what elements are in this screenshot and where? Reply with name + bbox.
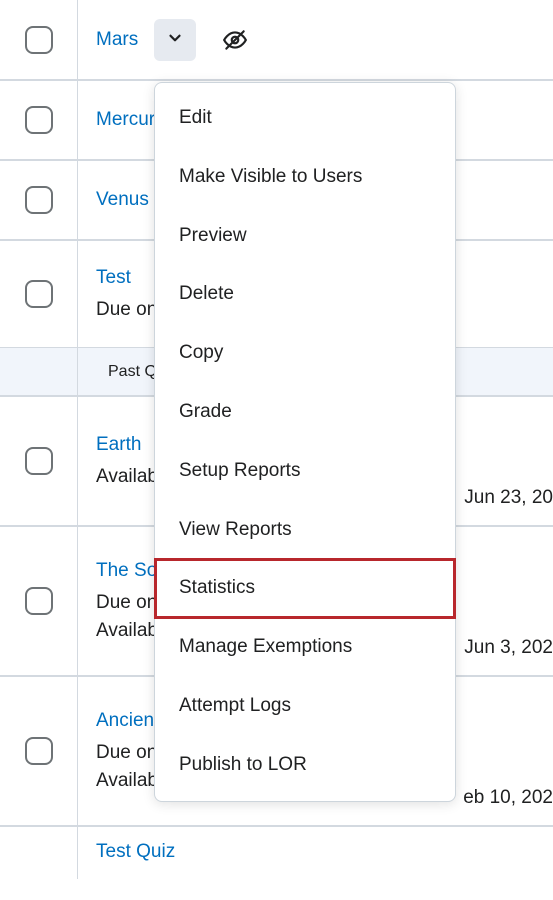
quiz-link[interactable]: Test Quiz [96, 841, 535, 863]
hidden-icon [222, 27, 248, 53]
menu-item-edit[interactable]: Edit [155, 89, 455, 148]
row-checkbox[interactable] [25, 737, 53, 765]
menu-item-publish-to-lor[interactable]: Publish to LOR [155, 736, 455, 795]
row-actions-dropdown[interactable] [154, 19, 196, 61]
chevron-down-icon [166, 29, 184, 50]
checkbox-cell [0, 81, 78, 159]
menu-item-manage-exemptions[interactable]: Manage Exemptions [155, 618, 455, 677]
checkbox-cell [0, 827, 78, 879]
menu-item-make-visible-to-users[interactable]: Make Visible to Users [155, 148, 455, 207]
row-checkbox[interactable] [25, 106, 53, 134]
menu-item-attempt-logs[interactable]: Attempt Logs [155, 677, 455, 736]
menu-item-grade[interactable]: Grade [155, 383, 455, 442]
checkbox-cell [0, 161, 78, 239]
menu-item-setup-reports[interactable]: Setup Reports [155, 442, 455, 501]
checkbox-cell [0, 241, 78, 347]
checkbox-cell [0, 0, 78, 79]
row-content: Mars [78, 0, 553, 79]
menu-item-view-reports[interactable]: View Reports [155, 501, 455, 560]
row-actions-menu: EditMake Visible to UsersPreviewDeleteCo… [154, 82, 456, 802]
row-checkbox[interactable] [25, 447, 53, 475]
checkbox-cell [0, 527, 78, 675]
menu-item-preview[interactable]: Preview [155, 207, 455, 266]
row-checkbox[interactable] [25, 186, 53, 214]
menu-item-delete[interactable]: Delete [155, 265, 455, 324]
row-checkbox[interactable] [25, 26, 53, 54]
date-text: Jun 3, 202 [464, 527, 553, 675]
table-row: Test Quiz [0, 826, 553, 879]
menu-item-statistics[interactable]: Statistics [155, 559, 455, 618]
checkbox-cell [0, 397, 78, 525]
row-content: Test Quiz [78, 827, 553, 879]
date-text: eb 10, 202 [463, 677, 553, 825]
menu-item-copy[interactable]: Copy [155, 324, 455, 383]
date-text: Jun 23, 20 [464, 397, 553, 525]
table-row: Mars [0, 0, 553, 80]
checkbox-cell [0, 677, 78, 825]
row-checkbox[interactable] [25, 280, 53, 308]
quiz-link[interactable]: Mars [96, 29, 138, 51]
row-checkbox[interactable] [25, 587, 53, 615]
category-checkbox-cell [0, 348, 78, 395]
